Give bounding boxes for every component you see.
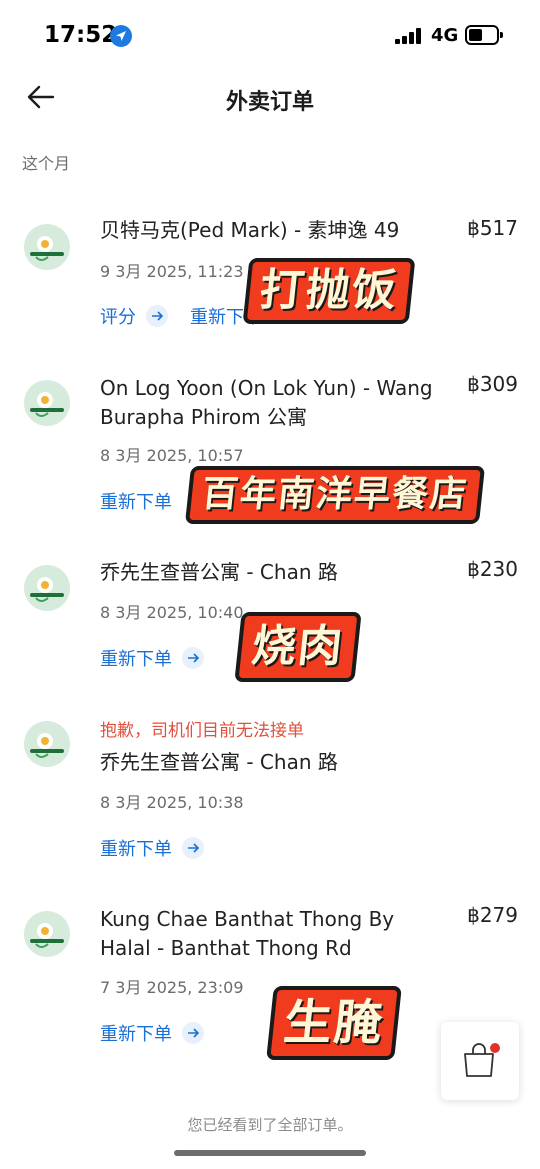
order-date: 8 3月 2025, 10:40 — [100, 603, 244, 622]
restaurant-name: 贝特马克(Ped Mark) - 素坤逸 49 — [100, 218, 400, 242]
restaurant-logo — [24, 565, 70, 611]
sticker-label: 打抛饭 — [242, 258, 416, 324]
reorder-button[interactable]: 重新下单 — [100, 645, 204, 671]
order-date: 8 3月 2025, 10:57 — [100, 446, 244, 465]
order-warning: 抱歉，司机们目前无法接单 — [100, 721, 304, 741]
page-title: 外卖订单 — [225, 90, 314, 115]
arrow-right-icon — [182, 647, 204, 669]
battery-icon — [465, 25, 503, 45]
end-of-list-text: 您已经看到了全部订单。 — [187, 1116, 353, 1134]
order-price: ฿279 — [467, 903, 518, 927]
restaurant-logo — [24, 721, 70, 767]
location-icon — [110, 25, 132, 47]
restaurant-name: 乔先生查普公寓 - Chan 路 — [100, 750, 338, 774]
order-date: 8 3月 2025, 10:38 — [100, 793, 244, 812]
restaurant-logo — [24, 911, 70, 957]
network-label: 4G — [431, 25, 459, 46]
reorder-button[interactable]: 重新下单 — [100, 488, 172, 514]
rate-button[interactable]: 评分 — [100, 303, 168, 329]
section-label: 这个月 — [22, 154, 71, 173]
order-price: ฿517 — [467, 216, 518, 240]
restaurant-logo — [24, 380, 70, 426]
status-bar: 17:52 4G — [0, 0, 540, 72]
order-price: ฿309 — [467, 372, 518, 396]
reorder-button[interactable]: 重新下单 — [100, 835, 204, 861]
home-indicator[interactable] — [174, 1150, 366, 1156]
sticker-label: 烧肉 — [234, 612, 362, 682]
shopping-bag-icon — [464, 1043, 500, 1077]
sticker-label: 生腌 — [266, 986, 402, 1060]
restaurant-name: Kung Chae Banthat Thong By Halal - Banth… — [100, 907, 395, 960]
restaurant-name: 乔先生查普公寓 - Chan 路 — [100, 560, 338, 584]
status-time: 17:52 — [44, 22, 118, 48]
signal-icon — [395, 28, 421, 44]
order-date: 7 3月 2025, 23:09 — [100, 978, 244, 997]
arrow-right-icon — [182, 1022, 204, 1044]
arrow-right-icon — [146, 305, 168, 327]
restaurant-logo — [24, 224, 70, 270]
order-date: 9 3月 2025, 11:23 — [100, 262, 244, 281]
restaurant-name: On Log Yoon (On Lok Yun) - Wang Burapha … — [100, 376, 433, 429]
sticker-label: 百年南洋早餐店 — [184, 466, 486, 524]
arrow-right-icon — [182, 837, 204, 859]
order-price: ฿230 — [467, 557, 518, 581]
cart-button[interactable] — [441, 1022, 519, 1100]
reorder-button[interactable]: 重新下单 — [100, 1020, 204, 1046]
